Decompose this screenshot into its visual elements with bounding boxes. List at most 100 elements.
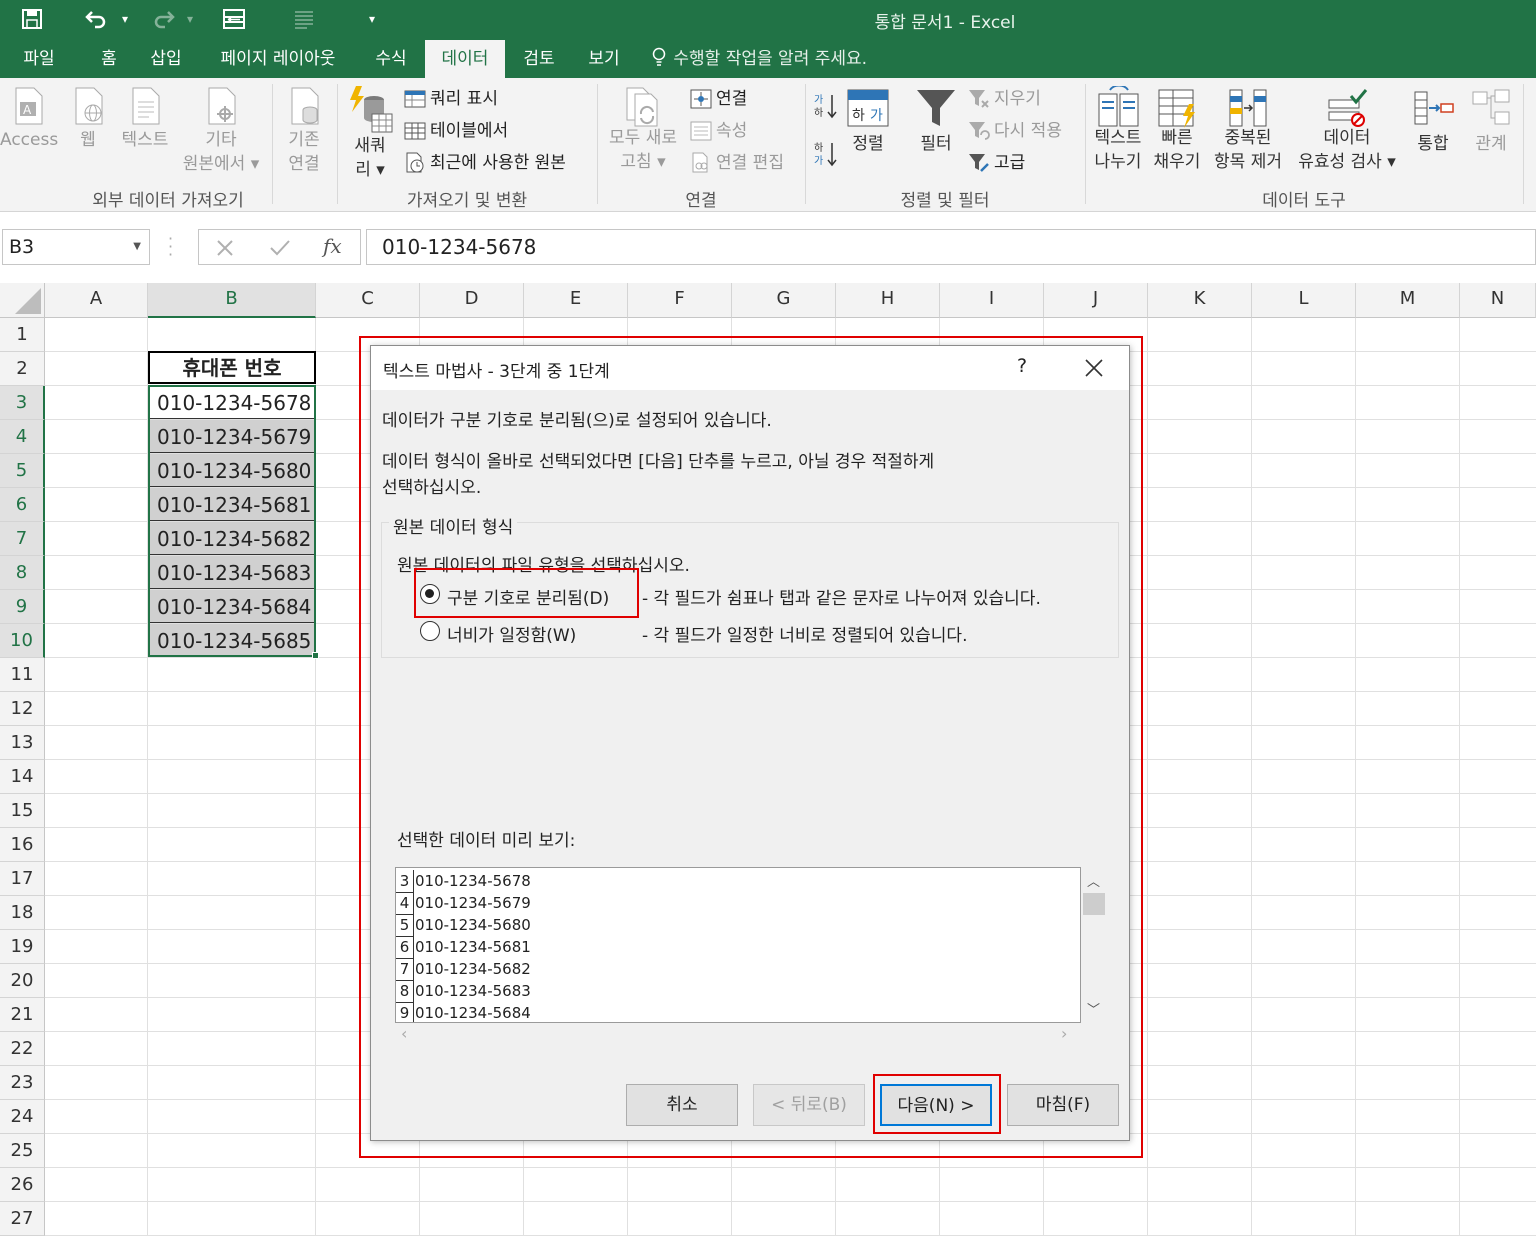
tab-file[interactable]: 파일 bbox=[8, 40, 70, 78]
row-header-7[interactable]: 7 bbox=[0, 522, 45, 556]
row-header-16[interactable]: 16 bbox=[0, 828, 45, 862]
header-cell[interactable]: 휴대폰 번호 bbox=[148, 351, 316, 384]
row-header-13[interactable]: 13 bbox=[0, 726, 45, 760]
undo-dropdown-icon[interactable]: ▾ bbox=[116, 0, 134, 38]
form-icon[interactable] bbox=[216, 0, 252, 38]
tab-formulas[interactable]: 수식 bbox=[362, 40, 420, 78]
name-box-dropdown-icon[interactable]: ▼ bbox=[133, 230, 141, 264]
splitter-handle-icon[interactable]: · · · bbox=[168, 231, 174, 263]
row-header-8[interactable]: 8 bbox=[0, 556, 45, 590]
column-header-d[interactable]: D bbox=[420, 283, 524, 318]
radio-fixed-width[interactable] bbox=[420, 621, 440, 641]
row-header-14[interactable]: 14 bbox=[0, 760, 45, 794]
row-header-20[interactable]: 20 bbox=[0, 964, 45, 998]
row-header-15[interactable]: 15 bbox=[0, 794, 45, 828]
recent-sources-button[interactable]: 최근에 사용한 원본 bbox=[404, 148, 566, 178]
preview-vertical-scrollbar[interactable]: ︿ ﹀ bbox=[1081, 867, 1107, 1023]
access-button[interactable]: A Access bbox=[0, 86, 58, 152]
row-header-19[interactable]: 19 bbox=[0, 930, 45, 964]
refresh-all-button[interactable]: 모두 새로 고침 ▾ bbox=[600, 86, 686, 174]
data-cell[interactable]: 010-1234-5682 bbox=[148, 522, 316, 555]
data-preview[interactable]: 3 010-1234-5678 4 010-1234-5679 5 010-1234-56… bbox=[395, 867, 1081, 1023]
data-cell[interactable]: 010-1234-5679 bbox=[148, 420, 316, 453]
save-icon[interactable] bbox=[14, 0, 50, 38]
reapply-button[interactable]: 다시 적용 bbox=[968, 116, 1062, 146]
tab-insert[interactable]: 삽입 bbox=[140, 40, 192, 78]
radio-delimited-label[interactable]: 구분 기호로 분리됨(D) bbox=[447, 584, 609, 609]
column-header-e[interactable]: E bbox=[524, 283, 628, 318]
row-header-1[interactable]: 1 bbox=[0, 318, 45, 352]
row-header-17[interactable]: 17 bbox=[0, 862, 45, 896]
column-header-n[interactable]: N bbox=[1460, 283, 1536, 318]
row-header-18[interactable]: 18 bbox=[0, 896, 45, 930]
column-header-c[interactable]: C bbox=[316, 283, 420, 318]
row-header-12[interactable]: 12 bbox=[0, 692, 45, 726]
undo-icon[interactable] bbox=[78, 0, 114, 38]
sort-button[interactable]: 하가 정렬 bbox=[842, 86, 894, 156]
from-table-button[interactable]: 테이블에서 bbox=[404, 116, 508, 146]
edit-links-button[interactable]: 연결 편집 bbox=[690, 148, 784, 178]
back-button[interactable]: < 뒤로(B) bbox=[753, 1084, 865, 1126]
tell-me-box[interactable]: 수행할 작업을 알려 주세요. bbox=[650, 40, 867, 78]
advanced-filter-button[interactable]: 고급 bbox=[968, 148, 1025, 178]
finish-button[interactable]: 마침(F) bbox=[1007, 1084, 1119, 1126]
column-header-a[interactable]: A bbox=[45, 283, 148, 318]
row-header-9[interactable]: 9 bbox=[0, 590, 45, 624]
customize-qat-icon[interactable]: ▾ bbox=[360, 0, 384, 38]
close-icon[interactable] bbox=[1085, 359, 1103, 377]
help-button[interactable]: ? bbox=[1017, 355, 1027, 377]
row-header-24[interactable]: 24 bbox=[0, 1100, 45, 1134]
scroll-thumb[interactable] bbox=[1083, 893, 1105, 915]
show-queries-button[interactable]: 쿼리 표시 bbox=[404, 84, 498, 114]
existing-connections-button[interactable]: 기존 연결 bbox=[278, 86, 330, 176]
data-cell[interactable]: 010-1234-5683 bbox=[148, 556, 316, 589]
enter-icon[interactable] bbox=[269, 238, 291, 258]
cancel-button[interactable]: 취소 bbox=[626, 1084, 738, 1126]
next-button[interactable]: 다음(N) > bbox=[880, 1084, 992, 1126]
cancel-entry-icon[interactable] bbox=[215, 238, 235, 258]
row-header-26[interactable]: 26 bbox=[0, 1168, 45, 1202]
row-header-3[interactable]: 3 bbox=[0, 386, 45, 420]
column-header-m[interactable]: M bbox=[1356, 283, 1460, 318]
row-header-10[interactable]: 10 bbox=[0, 624, 45, 658]
select-all-button[interactable] bbox=[0, 283, 45, 318]
data-cell[interactable]: 010-1234-5685 bbox=[148, 624, 316, 657]
new-query-button[interactable]: 새쿼 리 ▾ bbox=[342, 84, 398, 182]
row-header-2[interactable]: 2 bbox=[0, 352, 45, 386]
sort-ascending-button[interactable]: 가하 bbox=[812, 92, 838, 127]
relationships-button[interactable]: 관계 bbox=[1462, 86, 1520, 156]
name-box[interactable]: B3 ▼ bbox=[2, 229, 150, 265]
column-header-f[interactable]: F bbox=[628, 283, 732, 318]
row-header-5[interactable]: 5 bbox=[0, 454, 45, 488]
data-cell[interactable]: 010-1234-5681 bbox=[148, 488, 316, 521]
row-header-4[interactable]: 4 bbox=[0, 420, 45, 454]
row-header-27[interactable]: 27 bbox=[0, 1202, 45, 1236]
flash-fill-button[interactable]: 빠른 채우기 bbox=[1148, 86, 1206, 174]
row-header-6[interactable]: 6 bbox=[0, 488, 45, 522]
column-header-b[interactable]: B bbox=[148, 283, 316, 318]
web-button[interactable]: 웹 bbox=[66, 86, 110, 152]
remove-duplicates-button[interactable]: 중복된 항목 제거 bbox=[1208, 86, 1288, 174]
tab-data[interactable]: 데이터 bbox=[425, 40, 505, 78]
properties-button[interactable]: 속성 bbox=[690, 116, 747, 146]
text-to-columns-button[interactable]: 텍스트 나누기 bbox=[1088, 86, 1148, 174]
row-header-25[interactable]: 25 bbox=[0, 1134, 45, 1168]
consolidate-button[interactable]: 통합 bbox=[1404, 86, 1462, 156]
tab-home[interactable]: 홈 bbox=[88, 40, 130, 78]
column-header-j[interactable]: J bbox=[1044, 283, 1148, 318]
tab-review[interactable]: 검토 bbox=[512, 40, 566, 78]
scroll-up-icon[interactable]: ︿ bbox=[1087, 871, 1100, 890]
connections-button[interactable]: 연결 bbox=[690, 84, 747, 114]
data-cell[interactable]: 010-1234-5684 bbox=[148, 590, 316, 623]
data-cell[interactable]: 010-1234-5678 bbox=[148, 386, 316, 419]
data-validation-button[interactable]: 데이터 유효성 검사 ▾ bbox=[1292, 86, 1402, 174]
column-header-i[interactable]: I bbox=[940, 283, 1044, 318]
row-header-11[interactable]: 11 bbox=[0, 658, 45, 692]
scroll-down-icon[interactable]: ﹀ bbox=[1087, 999, 1100, 1018]
formula-input[interactable]: 010-1234-5678 bbox=[366, 229, 1536, 265]
scroll-left-icon[interactable]: ‹ bbox=[401, 1024, 407, 1043]
radio-fixed-width-label[interactable]: 너비가 일정함(W) bbox=[447, 621, 576, 646]
fill-handle[interactable] bbox=[312, 652, 319, 659]
sort-descending-button[interactable]: 하가 bbox=[812, 140, 838, 175]
from-text-button[interactable]: 텍스트 bbox=[116, 86, 174, 152]
